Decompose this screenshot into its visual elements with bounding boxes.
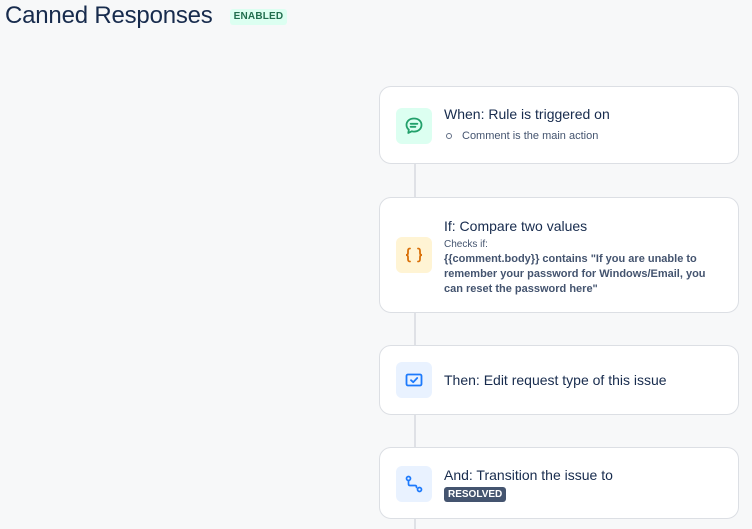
comment-icon	[396, 108, 432, 144]
trigger-detail: Comment is the main action	[462, 130, 599, 142]
action-transition-title: And: Transition the issue to	[444, 467, 613, 483]
action-edit-title: Then: Edit request type of this issue	[444, 372, 667, 388]
resolved-status-lozenge: RESOLVED	[444, 487, 507, 502]
checks-value: {{comment.body}} contains "If you are un…	[444, 253, 706, 295]
action-edit-card[interactable]: Then: Edit request type of this issue	[379, 345, 739, 415]
trigger-card[interactable]: When: Rule is triggered on Comment is th…	[379, 86, 739, 164]
status-badge: ENABLED	[229, 8, 288, 25]
trigger-detail-row: Comment is the main action	[446, 130, 598, 142]
trigger-title: When: Rule is triggered on	[444, 106, 610, 122]
condition-title: If: Compare two values	[444, 218, 588, 234]
bullet-icon	[446, 133, 452, 139]
edit-request-type-icon	[396, 362, 432, 398]
connector-line	[414, 312, 416, 346]
checks-label: Checks if:	[444, 239, 488, 250]
condition-card[interactable]: If: Compare two values Checks if: {{comm…	[379, 197, 739, 313]
transition-icon	[396, 466, 432, 502]
page-header: Canned Responses ENABLED	[5, 1, 288, 31]
page-title: Canned Responses	[5, 2, 213, 29]
action-transition-card[interactable]: And: Transition the issue to RESOLVED	[379, 447, 739, 519]
automation-rule-page: Canned Responses ENABLED When: Rule is t…	[0, 0, 752, 529]
connector-line	[414, 414, 416, 448]
connector-line	[414, 164, 416, 198]
braces-icon	[396, 237, 432, 273]
connector-line	[414, 518, 416, 529]
